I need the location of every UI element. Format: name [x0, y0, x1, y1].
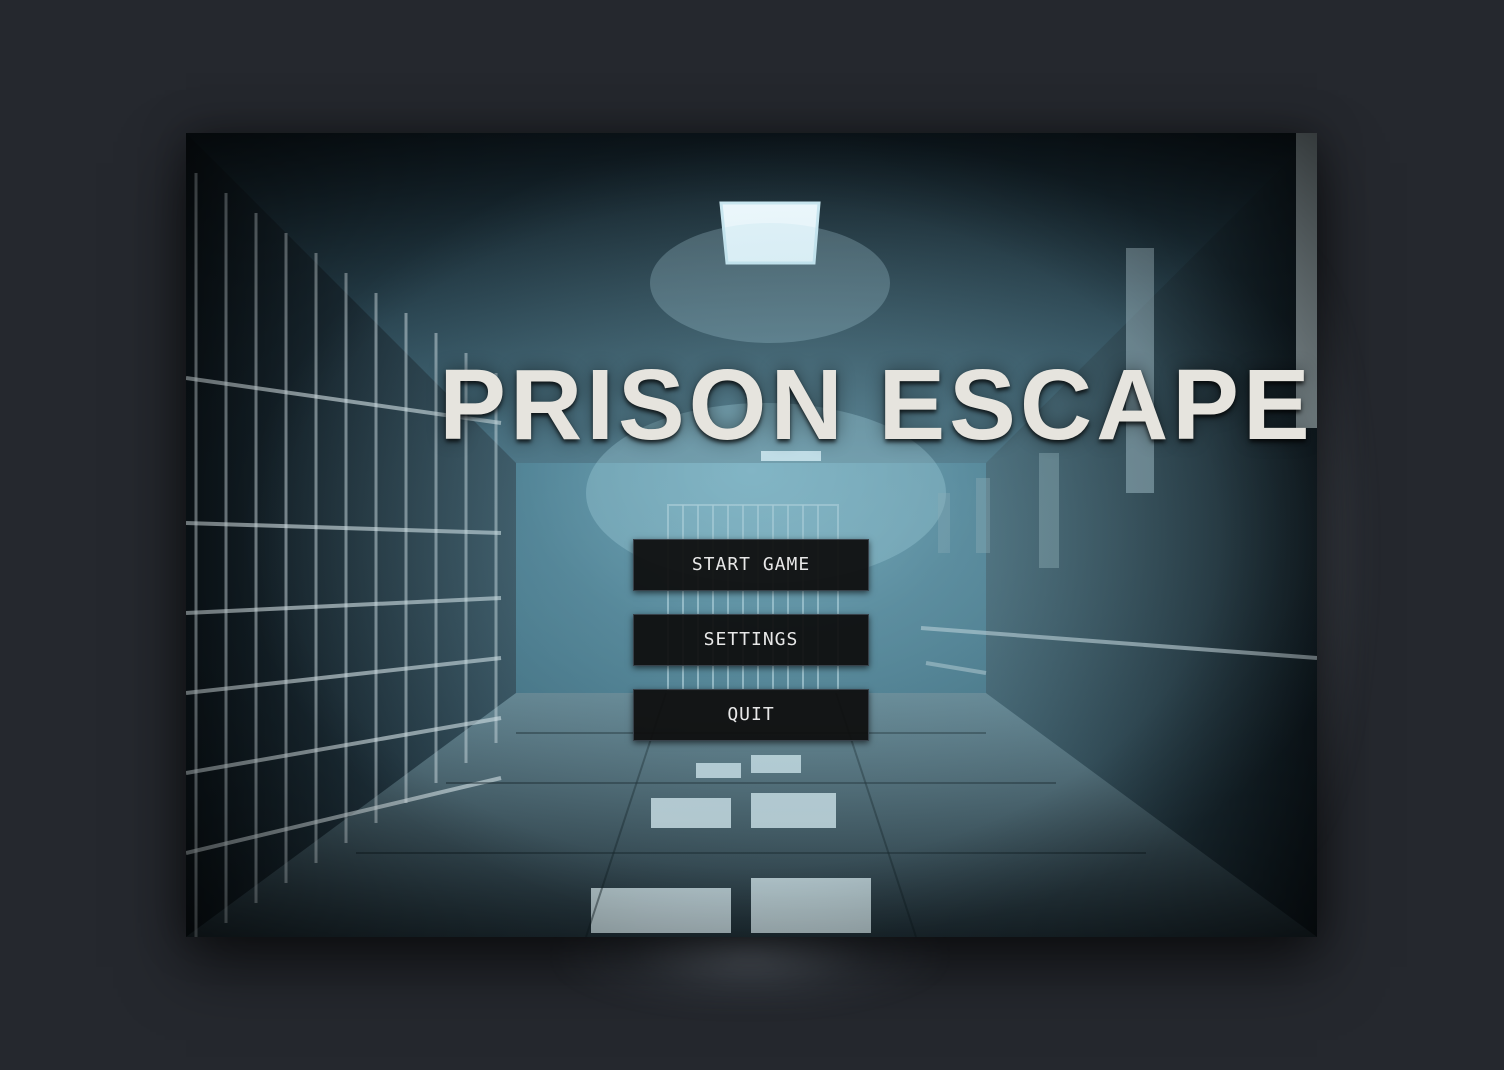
game-screen: PRISON ESCAPE START GAME SETTINGS QUIT: [186, 133, 1317, 937]
quit-button[interactable]: QUIT: [633, 689, 869, 741]
main-menu: START GAME SETTINGS QUIT: [633, 539, 869, 764]
prison-corridor-background: [186, 133, 1317, 937]
game-title: PRISON ESCAPE: [439, 349, 1314, 461]
page-background: PRISON ESCAPE START GAME SETTINGS QUIT: [0, 0, 1504, 1070]
settings-button[interactable]: SETTINGS: [633, 614, 869, 666]
start-game-button[interactable]: START GAME: [633, 539, 869, 591]
